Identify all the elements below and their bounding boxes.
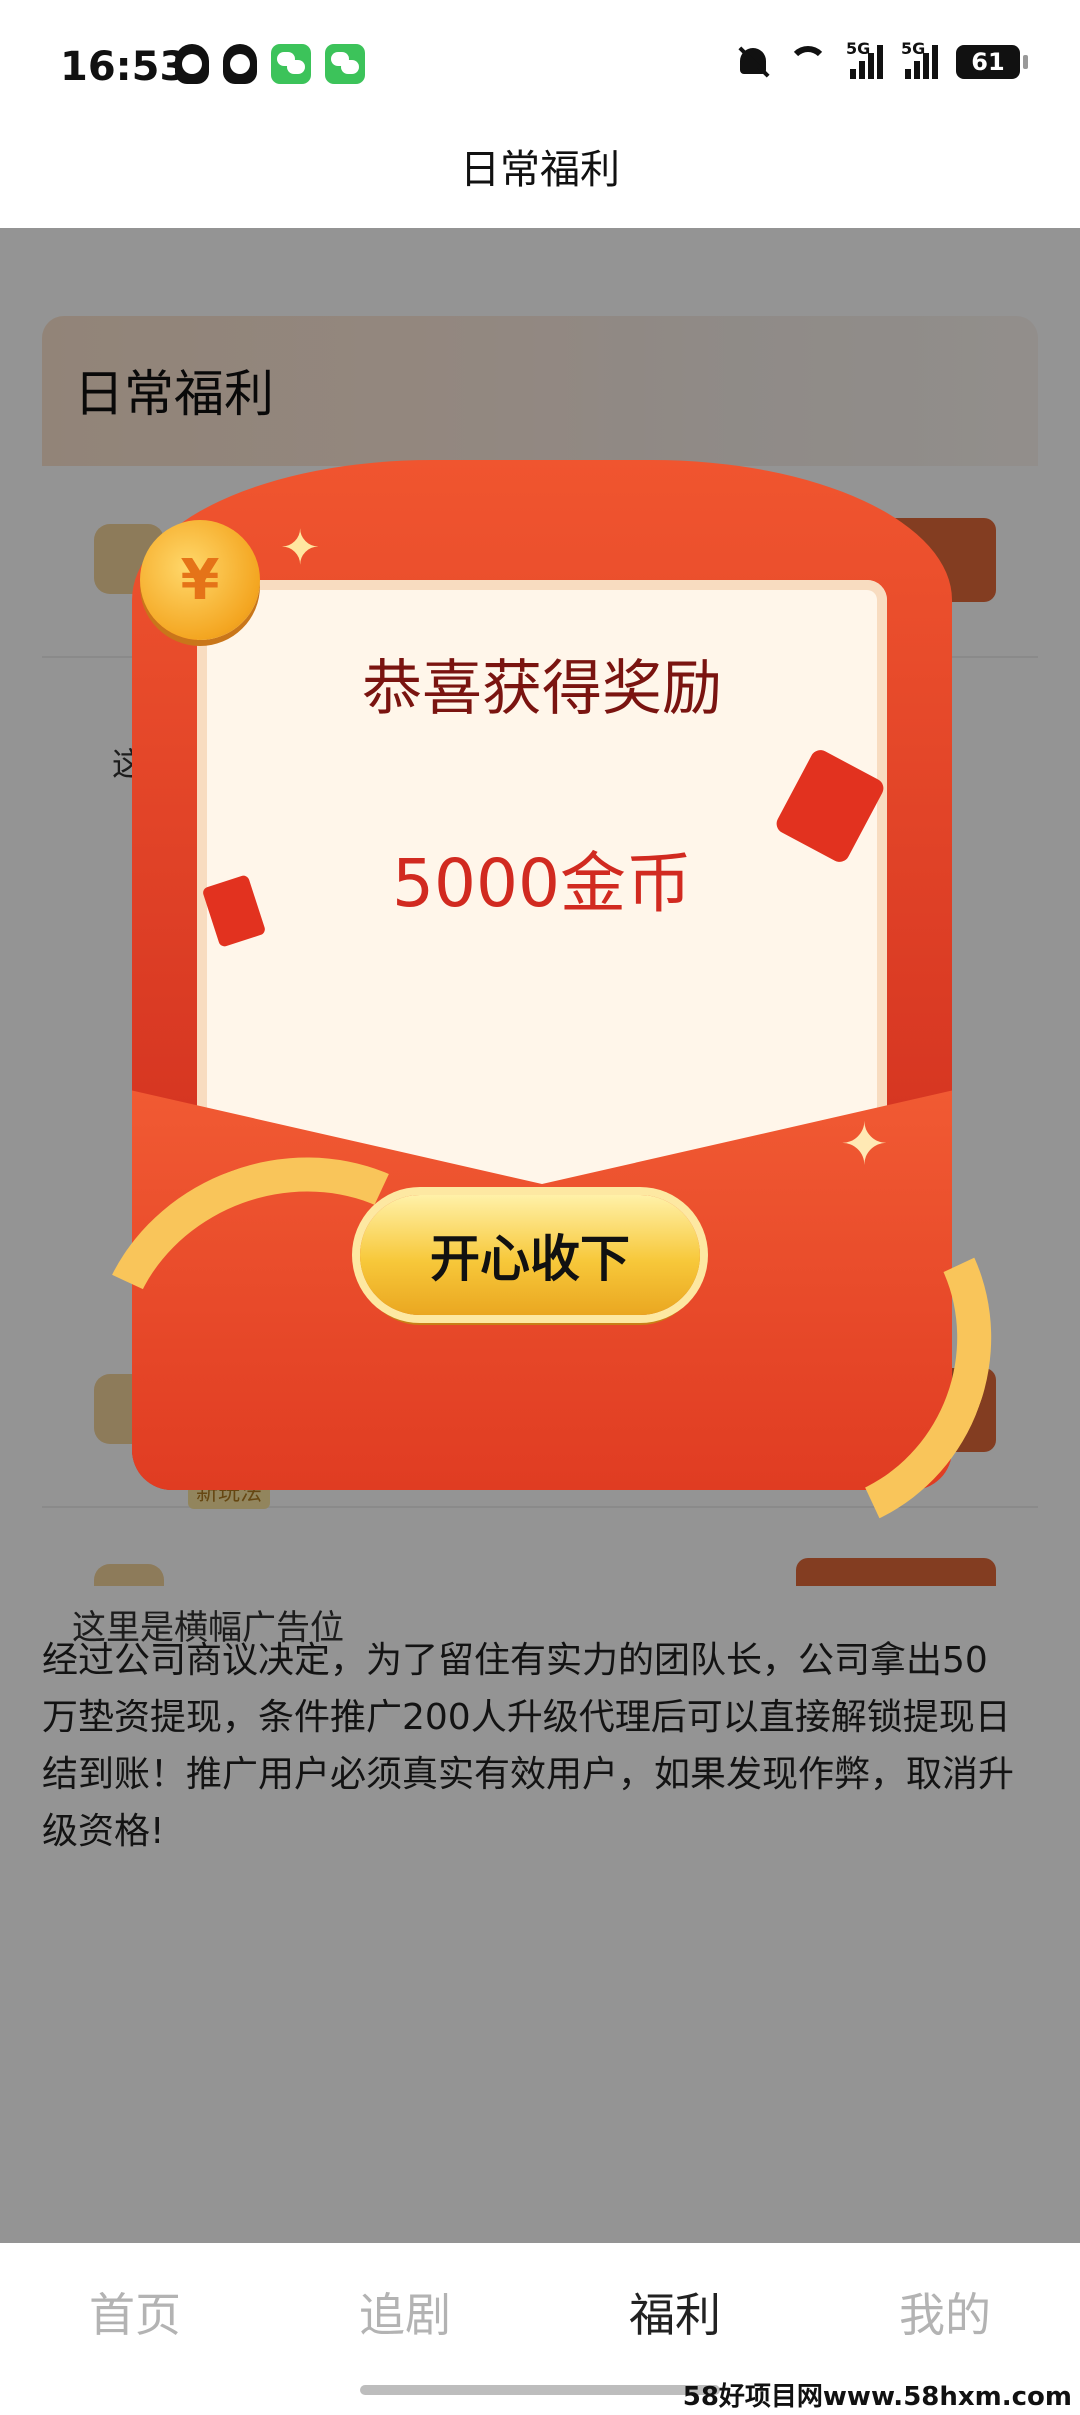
signal-icon: 5G <box>901 39 938 79</box>
system-icons: 5G 5G 61 <box>736 39 1028 80</box>
home-indicator[interactable] <box>360 2385 720 2395</box>
sparkle-icon: ✦ <box>280 520 321 576</box>
qq-icon <box>223 44 257 84</box>
wechat-icon <box>325 44 365 84</box>
reward-title: 恭喜获得奖励 <box>362 654 722 724</box>
page-header: 日常福利 <box>0 130 1080 228</box>
wifi-icon <box>788 46 828 78</box>
status-time: 16:53 <box>60 44 188 90</box>
status-bar: 16:53 5G 5G 61 <box>0 0 1080 130</box>
tab-home[interactable]: 首页 <box>0 2243 270 2415</box>
notification-icons <box>175 44 365 84</box>
battery-icon: 61 <box>956 45 1028 79</box>
signal-icon: 5G <box>846 39 883 79</box>
accept-reward-button[interactable]: 开心收下 <box>360 1195 700 1315</box>
gold-coin-icon: ¥ <box>140 520 260 640</box>
sparkle-icon: ✦ <box>840 1110 889 1178</box>
watermark: 58好项目网www.58hxm.com <box>682 2382 1072 2412</box>
reward-letter: 恭喜获得奖励 5000金币 <box>197 580 887 1220</box>
mute-bell-icon <box>736 44 770 80</box>
reward-popup: 恭喜获得奖励 5000金币 ¥ ✦ ✦ 开心收下 <box>39 460 1046 1590</box>
wechat-icon <box>271 44 311 84</box>
signal-label: 5G <box>901 39 926 58</box>
qq-icon <box>175 44 209 84</box>
reward-amount: 5000金币 <box>392 845 692 922</box>
page-title: 日常福利 <box>460 147 620 193</box>
signal-label: 5G <box>846 39 871 58</box>
